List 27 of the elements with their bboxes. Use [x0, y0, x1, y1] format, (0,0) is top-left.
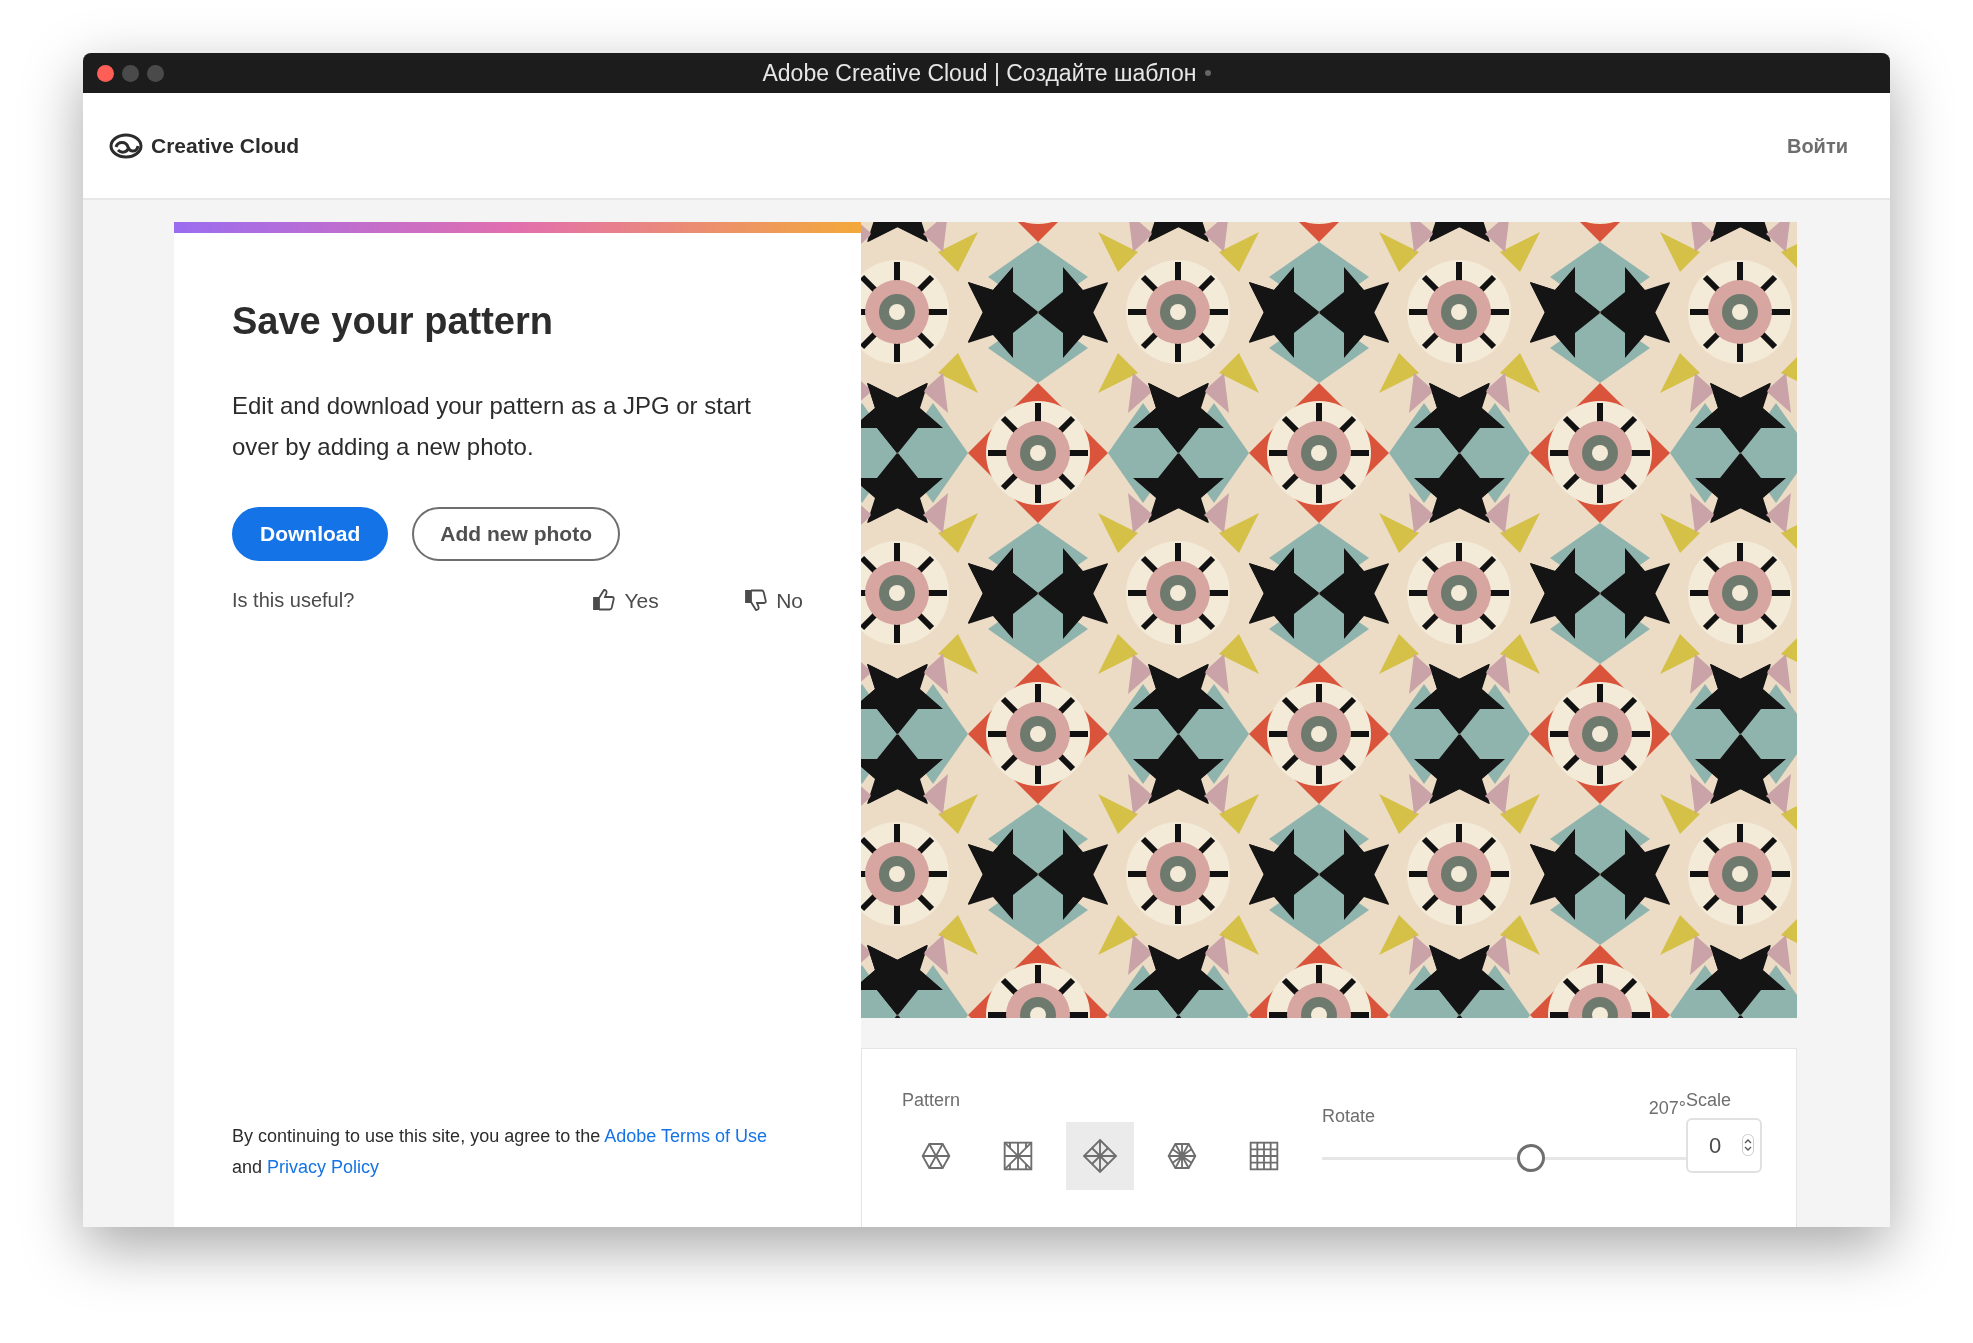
- privacy-link[interactable]: Privacy Policy: [267, 1157, 380, 1177]
- thumbs-down-icon: [744, 588, 769, 613]
- rotate-label: Rotate: [1322, 1105, 1376, 1128]
- add-photo-button[interactable]: Add new photo: [412, 506, 620, 561]
- brand-name: Creative Cloud: [151, 132, 300, 159]
- pattern-label: Pattern: [902, 1089, 961, 1112]
- close-button[interactable]: [97, 65, 114, 82]
- panel-title: Save your pattern: [232, 299, 554, 344]
- thumbs-up-icon: [592, 588, 617, 613]
- scale-label: Scale: [1686, 1089, 1732, 1112]
- diamond-pattern-icon: [1080, 1136, 1120, 1176]
- rotate-value: 207°: [1648, 1097, 1686, 1120]
- scale-field[interactable]: 0: [1686, 1118, 1762, 1173]
- edited-dot-icon: [1204, 70, 1211, 76]
- logo-icon: [109, 132, 143, 159]
- slider-thumb[interactable]: [1517, 1144, 1546, 1172]
- no-button[interactable]: No: [744, 584, 803, 617]
- sign-in-link[interactable]: Войти: [1786, 130, 1848, 161]
- pattern-option[interactable]: [1066, 1122, 1134, 1190]
- stepper-icon[interactable]: [1742, 1134, 1754, 1156]
- terms-link[interactable]: Adobe Terms of Use: [604, 1126, 767, 1146]
- description-text: Edit and download your pattern as a JPG or start over by adding a new photo.: [232, 390, 752, 462]
- legal-text: By continuing to use this site, you agree to the Adobe Terms of Use and Privacy Policy: [232, 1125, 768, 1179]
- yes-button[interactable]: Yes: [592, 584, 745, 617]
- download-button[interactable]: Download: [232, 506, 389, 561]
- window-title: Adobe Creative Cloud | Создайте шаблон: [762, 59, 1197, 88]
- feedback-question: Is this useful?: [232, 588, 356, 614]
